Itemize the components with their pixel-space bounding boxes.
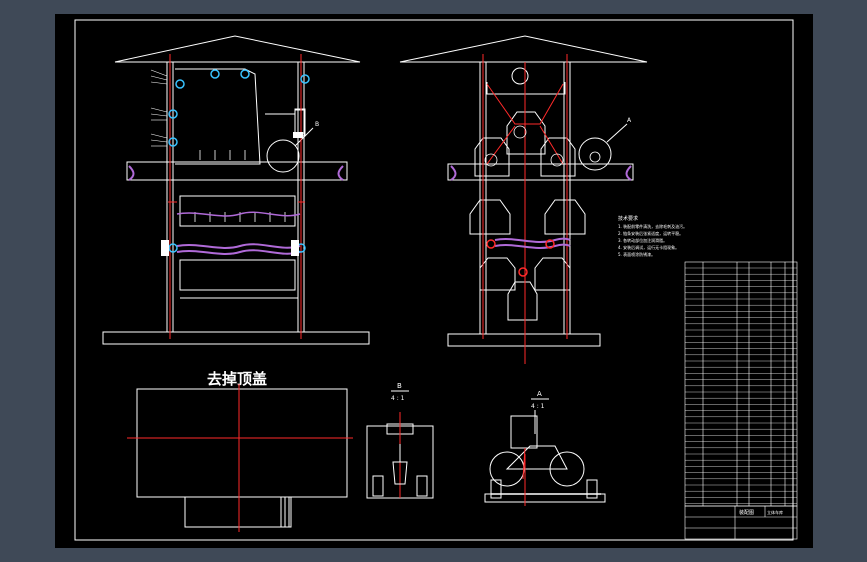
drawing-canvas: 去掉顶盖 B 4 : 1 A 4: 1 技术要求 1. 装配前零件清洗，去除毛…	[74, 19, 798, 541]
section-b-scale: 4 : 1	[391, 395, 405, 402]
top-view-title: 去掉顶盖	[207, 370, 267, 388]
section-a-view: A 4 : 1	[484, 390, 606, 506]
left-roof	[114, 35, 361, 63]
tech-req-line-1: 1. 装配前零件清洗，去除毛刺及油污。	[618, 223, 687, 229]
left-upper-ledge	[126, 161, 348, 181]
tech-requirements: 技术要求 1. 装配前零件清洗，去除毛刺及油污。 2. 链条安装后张紧适度，运转…	[618, 215, 687, 257]
right-elevation-view	[399, 35, 648, 347]
detail-a-marker	[578, 137, 612, 171]
section-b-view: B 4 : 1	[366, 382, 434, 499]
cage-5	[544, 199, 586, 235]
cage-6	[479, 257, 516, 291]
detail-b-label: B	[315, 121, 319, 128]
top-view: 去掉顶盖	[127, 370, 353, 532]
parts-list-table	[684, 261, 798, 507]
detail-b-marker	[266, 139, 300, 173]
drawing-viewport[interactable]: 去掉顶盖 B 4 : 1 A 4: 1 技术要求 1. 装配前零件清洗，去除毛…	[55, 14, 813, 548]
top-view-extension	[184, 496, 292, 528]
parts-list-rows	[685, 267, 797, 504]
title-block: 装配图 立体车库	[684, 505, 798, 540]
tech-req-line-2: 2. 链条安装后张紧适度，运转平稳。	[618, 230, 683, 236]
right-accents	[450, 54, 632, 364]
tech-req-line-4: 4. 安装后调试，运行无卡阻现象。	[618, 244, 679, 250]
cage-7	[534, 257, 571, 291]
section-a-scale: 4 : 1	[531, 403, 545, 410]
top-view-outline	[136, 388, 348, 498]
cage-8	[507, 281, 538, 321]
left-base	[102, 331, 370, 345]
title-block-name: 装配图	[739, 509, 754, 516]
left-pallet-1	[179, 195, 296, 227]
tech-req-line-3: 3. 各转动部位加注润滑脂。	[618, 237, 667, 243]
title-block-school: 立体车库	[767, 509, 783, 515]
left-pallet-2	[179, 259, 296, 291]
section-a-housing	[510, 415, 538, 449]
tech-req-line-5: 5. 表面喷涂防锈漆。	[618, 251, 655, 257]
tech-req-title: 技术要求	[618, 215, 638, 222]
right-roof	[399, 35, 648, 63]
detail-a-label: A	[627, 117, 632, 124]
right-base	[447, 333, 601, 347]
section-b-label: B	[397, 382, 402, 390]
section-a-label: A	[537, 390, 542, 398]
cad-app: 去掉顶盖 B 4 : 1 A 4: 1 技术要求 1. 装配前零件清洗，去除毛…	[0, 0, 867, 562]
left-elevation-view	[102, 35, 370, 345]
cage-4	[469, 199, 511, 235]
